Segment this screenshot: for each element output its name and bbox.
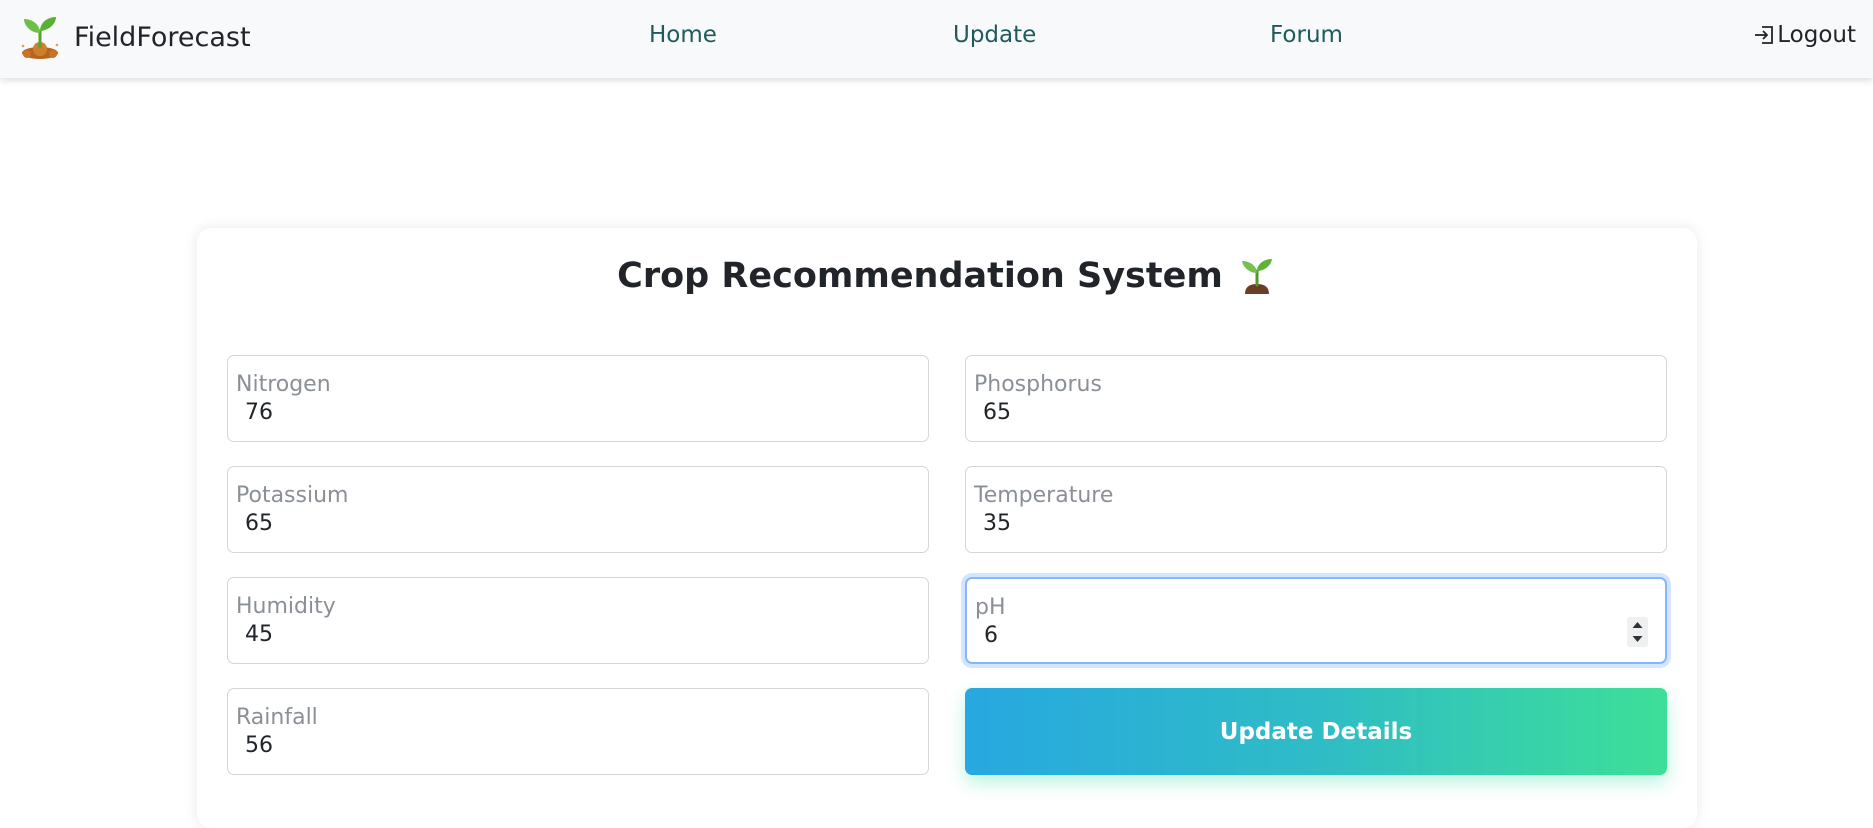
temperature-field[interactable]: Temperature 35 xyxy=(965,466,1667,553)
potassium-field[interactable]: Potassium 65 xyxy=(227,466,929,553)
brand-name: FieldForecast xyxy=(74,21,251,53)
nitrogen-value: 76 xyxy=(245,400,273,425)
temperature-value: 35 xyxy=(983,511,1011,536)
form-title-text: Crop Recommendation System xyxy=(617,256,1223,296)
rainfall-label: Rainfall xyxy=(236,705,318,730)
ph-label: pH xyxy=(975,595,1006,620)
humidity-label: Humidity xyxy=(236,594,336,619)
navbar: FieldForecast Home Update Forum Logout xyxy=(0,0,1873,78)
crop-form-card: Crop Recommendation System Nitrogen 76 P… xyxy=(197,228,1697,828)
logout-link[interactable]: Logout xyxy=(1753,22,1856,48)
login-arrow-icon xyxy=(1755,26,1774,44)
phosphorus-value: 65 xyxy=(983,400,1011,425)
number-spinner[interactable] xyxy=(1627,617,1648,647)
ph-field[interactable]: pH 6 xyxy=(965,577,1667,664)
logout-label: Logout xyxy=(1777,22,1856,48)
brand-link[interactable]: FieldForecast xyxy=(18,12,251,62)
potassium-label: Potassium xyxy=(236,483,349,508)
nav-home-link[interactable]: Home xyxy=(649,22,717,48)
nitrogen-field[interactable]: Nitrogen 76 xyxy=(227,355,929,442)
nitrogen-label: Nitrogen xyxy=(236,372,331,397)
potassium-value: 65 xyxy=(245,511,273,536)
spinner-arrows-icon xyxy=(1632,622,1643,642)
sprout-icon xyxy=(1241,259,1272,294)
ph-value: 6 xyxy=(984,623,998,648)
phosphorus-field[interactable]: Phosphorus 65 xyxy=(965,355,1667,442)
seedling-logo-icon xyxy=(21,17,59,59)
rainfall-value: 56 xyxy=(245,733,273,758)
temperature-label: Temperature xyxy=(974,483,1114,508)
update-details-button[interactable]: Update Details xyxy=(965,688,1667,775)
form-title: Crop Recommendation System xyxy=(197,256,1697,296)
humidity-value: 45 xyxy=(245,622,273,647)
humidity-field[interactable]: Humidity 45 xyxy=(227,577,929,664)
rainfall-field[interactable]: Rainfall 56 xyxy=(227,688,929,775)
nav-update-link[interactable]: Update xyxy=(953,22,1036,48)
nav-forum-link[interactable]: Forum xyxy=(1270,22,1343,48)
phosphorus-label: Phosphorus xyxy=(974,372,1102,397)
